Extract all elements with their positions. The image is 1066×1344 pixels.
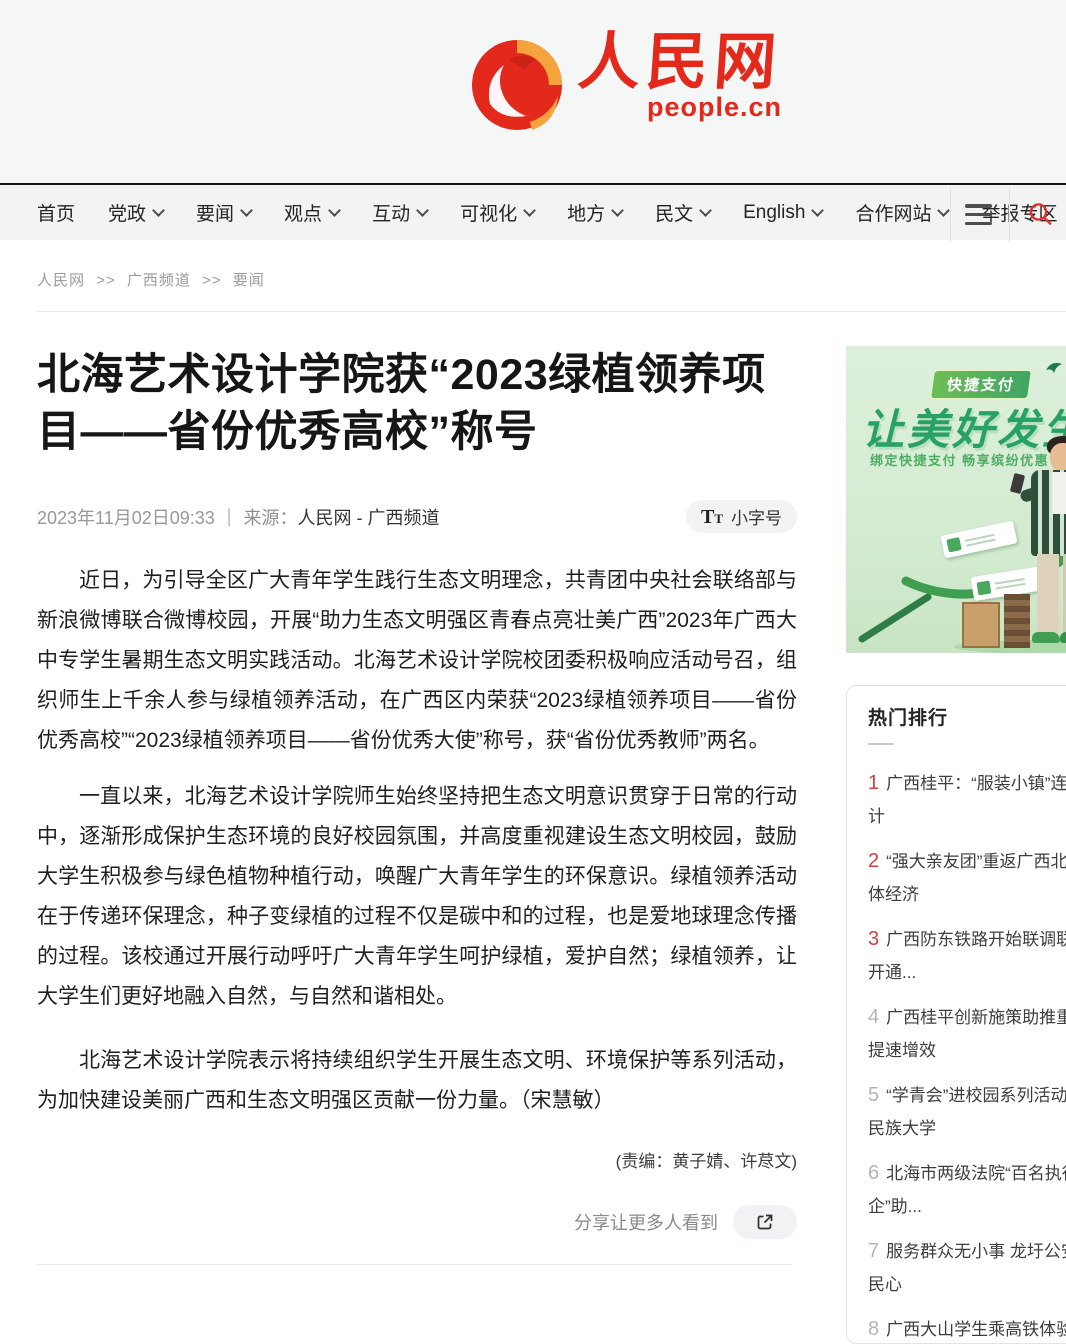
chevron-down-icon	[699, 204, 712, 217]
hot-ranking-panel: 热门排行 1广西桂平：“服装小镇”连接 计 2“强大亲友团”重返广西北流 体经济…	[846, 685, 1066, 1344]
breadcrumb-link-yaowen[interactable]: 要闻	[233, 272, 265, 289]
share-label: 分享让更多人看到	[574, 1209, 718, 1235]
ad-banner[interactable]: 中国邮政储蓄银行 快捷支付 让美好发生 绑定快捷支付 畅享缤纷优惠	[846, 346, 1066, 653]
logo-text: 人民网 people.cn	[578, 30, 782, 122]
divider-line	[37, 311, 1066, 312]
logo-cn-text: 人民网	[576, 30, 785, 96]
hot-ranking-title: 热门排行	[868, 703, 1066, 730]
font-size-label: 小字号	[731, 504, 782, 529]
main-nav: 首页 党政 要闻 观点 互动 可视化 地方 民文 English 合作网站 举报…	[0, 183, 1066, 240]
chevron-down-icon	[812, 204, 825, 217]
rank-number: 2	[868, 845, 879, 878]
publish-date: 2023年11月02日09:33	[37, 504, 215, 530]
hot-list-item-1[interactable]: 1广西桂平：“服装小镇”连接 计	[868, 767, 1066, 833]
nav-label: 可视化	[460, 199, 517, 226]
bird-icon	[1044, 358, 1064, 376]
nav-label: 要闻	[196, 199, 234, 226]
hot-list-item-6[interactable]: 6北海市两级法院“百名执行干 企”助...	[868, 1157, 1066, 1223]
breadcrumb-separator: >>	[96, 272, 116, 289]
hot-ranking-list: 1广西桂平：“服装小镇”连接 计 2“强大亲友团”重返广西北流 体经济 3广西防…	[868, 767, 1066, 1344]
chevron-down-icon	[611, 204, 624, 217]
nav-item-guandian[interactable]: 观点	[284, 199, 339, 226]
rank-number: 8	[868, 1313, 879, 1344]
hot-list-item-7[interactable]: 7服务群众无小事 龙圩公安排忧 民心	[868, 1235, 1066, 1301]
people-logo-swirl-icon	[468, 30, 568, 139]
hot-list-item-5[interactable]: 5“学青会”进校园系列活动走 民族大学	[868, 1079, 1066, 1145]
article: 北海艺术设计学院获“2023绿植领养项目——省份优秀高校”称号 2023年11月…	[37, 347, 797, 1265]
nav-label: 互动	[372, 199, 410, 226]
rank-number: 3	[868, 923, 879, 956]
article-paragraph: 北海艺术设计学院表示将持续组织学生开展生态文明、环境保护等系列活动，为加快建设美…	[37, 1041, 797, 1121]
nav-label: English	[743, 202, 805, 224]
rank-number: 4	[868, 1001, 879, 1034]
article-meta: 2023年11月02日09:33 | 来源： 人民网 - 广西频道 TT 小字号	[37, 500, 797, 533]
hot-list-item-3[interactable]: 3广西防东铁路开始联调联试 预 开通...	[868, 923, 1066, 989]
nav-label: 首页	[37, 199, 75, 226]
chevron-down-icon	[240, 204, 253, 217]
breadcrumb-link-guangxi[interactable]: 广西频道	[127, 272, 191, 289]
nav-divider	[950, 187, 951, 242]
postal-bank-logo: 中国邮政储蓄银行	[1044, 358, 1066, 376]
nav-label: 党政	[108, 199, 146, 226]
site-logo[interactable]: 人民网 people.cn	[468, 30, 782, 139]
nav-item-minwen[interactable]: 民文	[655, 199, 710, 226]
chevron-down-icon	[523, 204, 536, 217]
font-size-button[interactable]: TT 小字号	[686, 500, 797, 533]
nav-item-dangzheng[interactable]: 党政	[108, 199, 163, 226]
nav-item-home[interactable]: 首页	[37, 199, 75, 226]
suitcase-graphic	[1004, 594, 1030, 648]
page-title: 北海艺术设计学院获“2023绿植领养项目——省份优秀高校”称号	[37, 347, 797, 461]
nav-item-hudong[interactable]: 互动	[372, 199, 427, 226]
share-row: 分享让更多人看到	[37, 1205, 797, 1239]
breadcrumb: 人民网 >> 广西频道 >> 要闻	[37, 269, 265, 290]
title-underline	[868, 743, 894, 745]
hot-list-item-2[interactable]: 2“强大亲友团”重返广西北流 体经济	[868, 845, 1066, 911]
search-icon[interactable]	[1027, 201, 1053, 232]
divider-line	[37, 1264, 792, 1265]
nav-divider	[1009, 187, 1010, 242]
rank-number: 5	[868, 1079, 879, 1112]
meta-divider: |	[227, 506, 232, 527]
nav-item-hezuowangzhan[interactable]: 合作网站	[855, 199, 948, 226]
cardboard-box-graphic	[962, 602, 1000, 648]
nav-item-english[interactable]: English	[743, 202, 822, 224]
chevron-down-icon	[152, 204, 165, 217]
breadcrumb-link-people[interactable]: 人民网	[37, 272, 85, 289]
breadcrumb-separator: >>	[202, 272, 222, 289]
hamburger-menu-icon[interactable]	[965, 204, 992, 225]
share-button[interactable]	[733, 1205, 797, 1239]
source-link[interactable]: 人民网 - 广西频道	[297, 504, 439, 530]
ad-badge: 快捷支付	[930, 370, 1032, 399]
hot-list-item-4[interactable]: 4广西桂平创新施策助推重大项 提速增效	[868, 1001, 1066, 1067]
nav-item-yaowen[interactable]: 要闻	[196, 199, 251, 226]
rank-number: 6	[868, 1157, 879, 1190]
site-header: 人民网 people.cn	[0, 0, 1066, 183]
hot-list-item-8[interactable]: 8广西大山学生乘高铁体验发展	[868, 1313, 1066, 1344]
rank-number: 1	[868, 767, 879, 800]
nav-item-difang[interactable]: 地方	[567, 199, 622, 226]
source-label: 来源：	[243, 504, 297, 530]
nav-label: 合作网站	[855, 199, 931, 226]
article-paragraph: 一直以来，北海艺术设计学院师生始终坚持把生态文明意识贯穿于日常的行动中，逐渐形成…	[37, 777, 797, 1017]
chevron-down-icon	[328, 204, 341, 217]
nav-label: 观点	[284, 199, 322, 226]
nav-label: 民文	[655, 199, 693, 226]
nav-label: 地方	[567, 199, 605, 226]
editor-credit: (责编：黄子婧、许荩文)	[37, 1147, 797, 1172]
font-size-icon: TT	[701, 507, 723, 527]
rank-number: 7	[868, 1235, 879, 1268]
page: 人民网 people.cn 首页 党政 要闻 观点 互动 可视化 地方 民文 E…	[0, 0, 1066, 1344]
chevron-down-icon	[938, 204, 951, 217]
nav-item-keshihua[interactable]: 可视化	[460, 199, 534, 226]
article-paragraph: 近日，为引导全区广大青年学生践行生态文明理念，共青团中央社会联络部与新浪微博联合…	[37, 561, 797, 761]
chevron-down-icon	[416, 204, 429, 217]
